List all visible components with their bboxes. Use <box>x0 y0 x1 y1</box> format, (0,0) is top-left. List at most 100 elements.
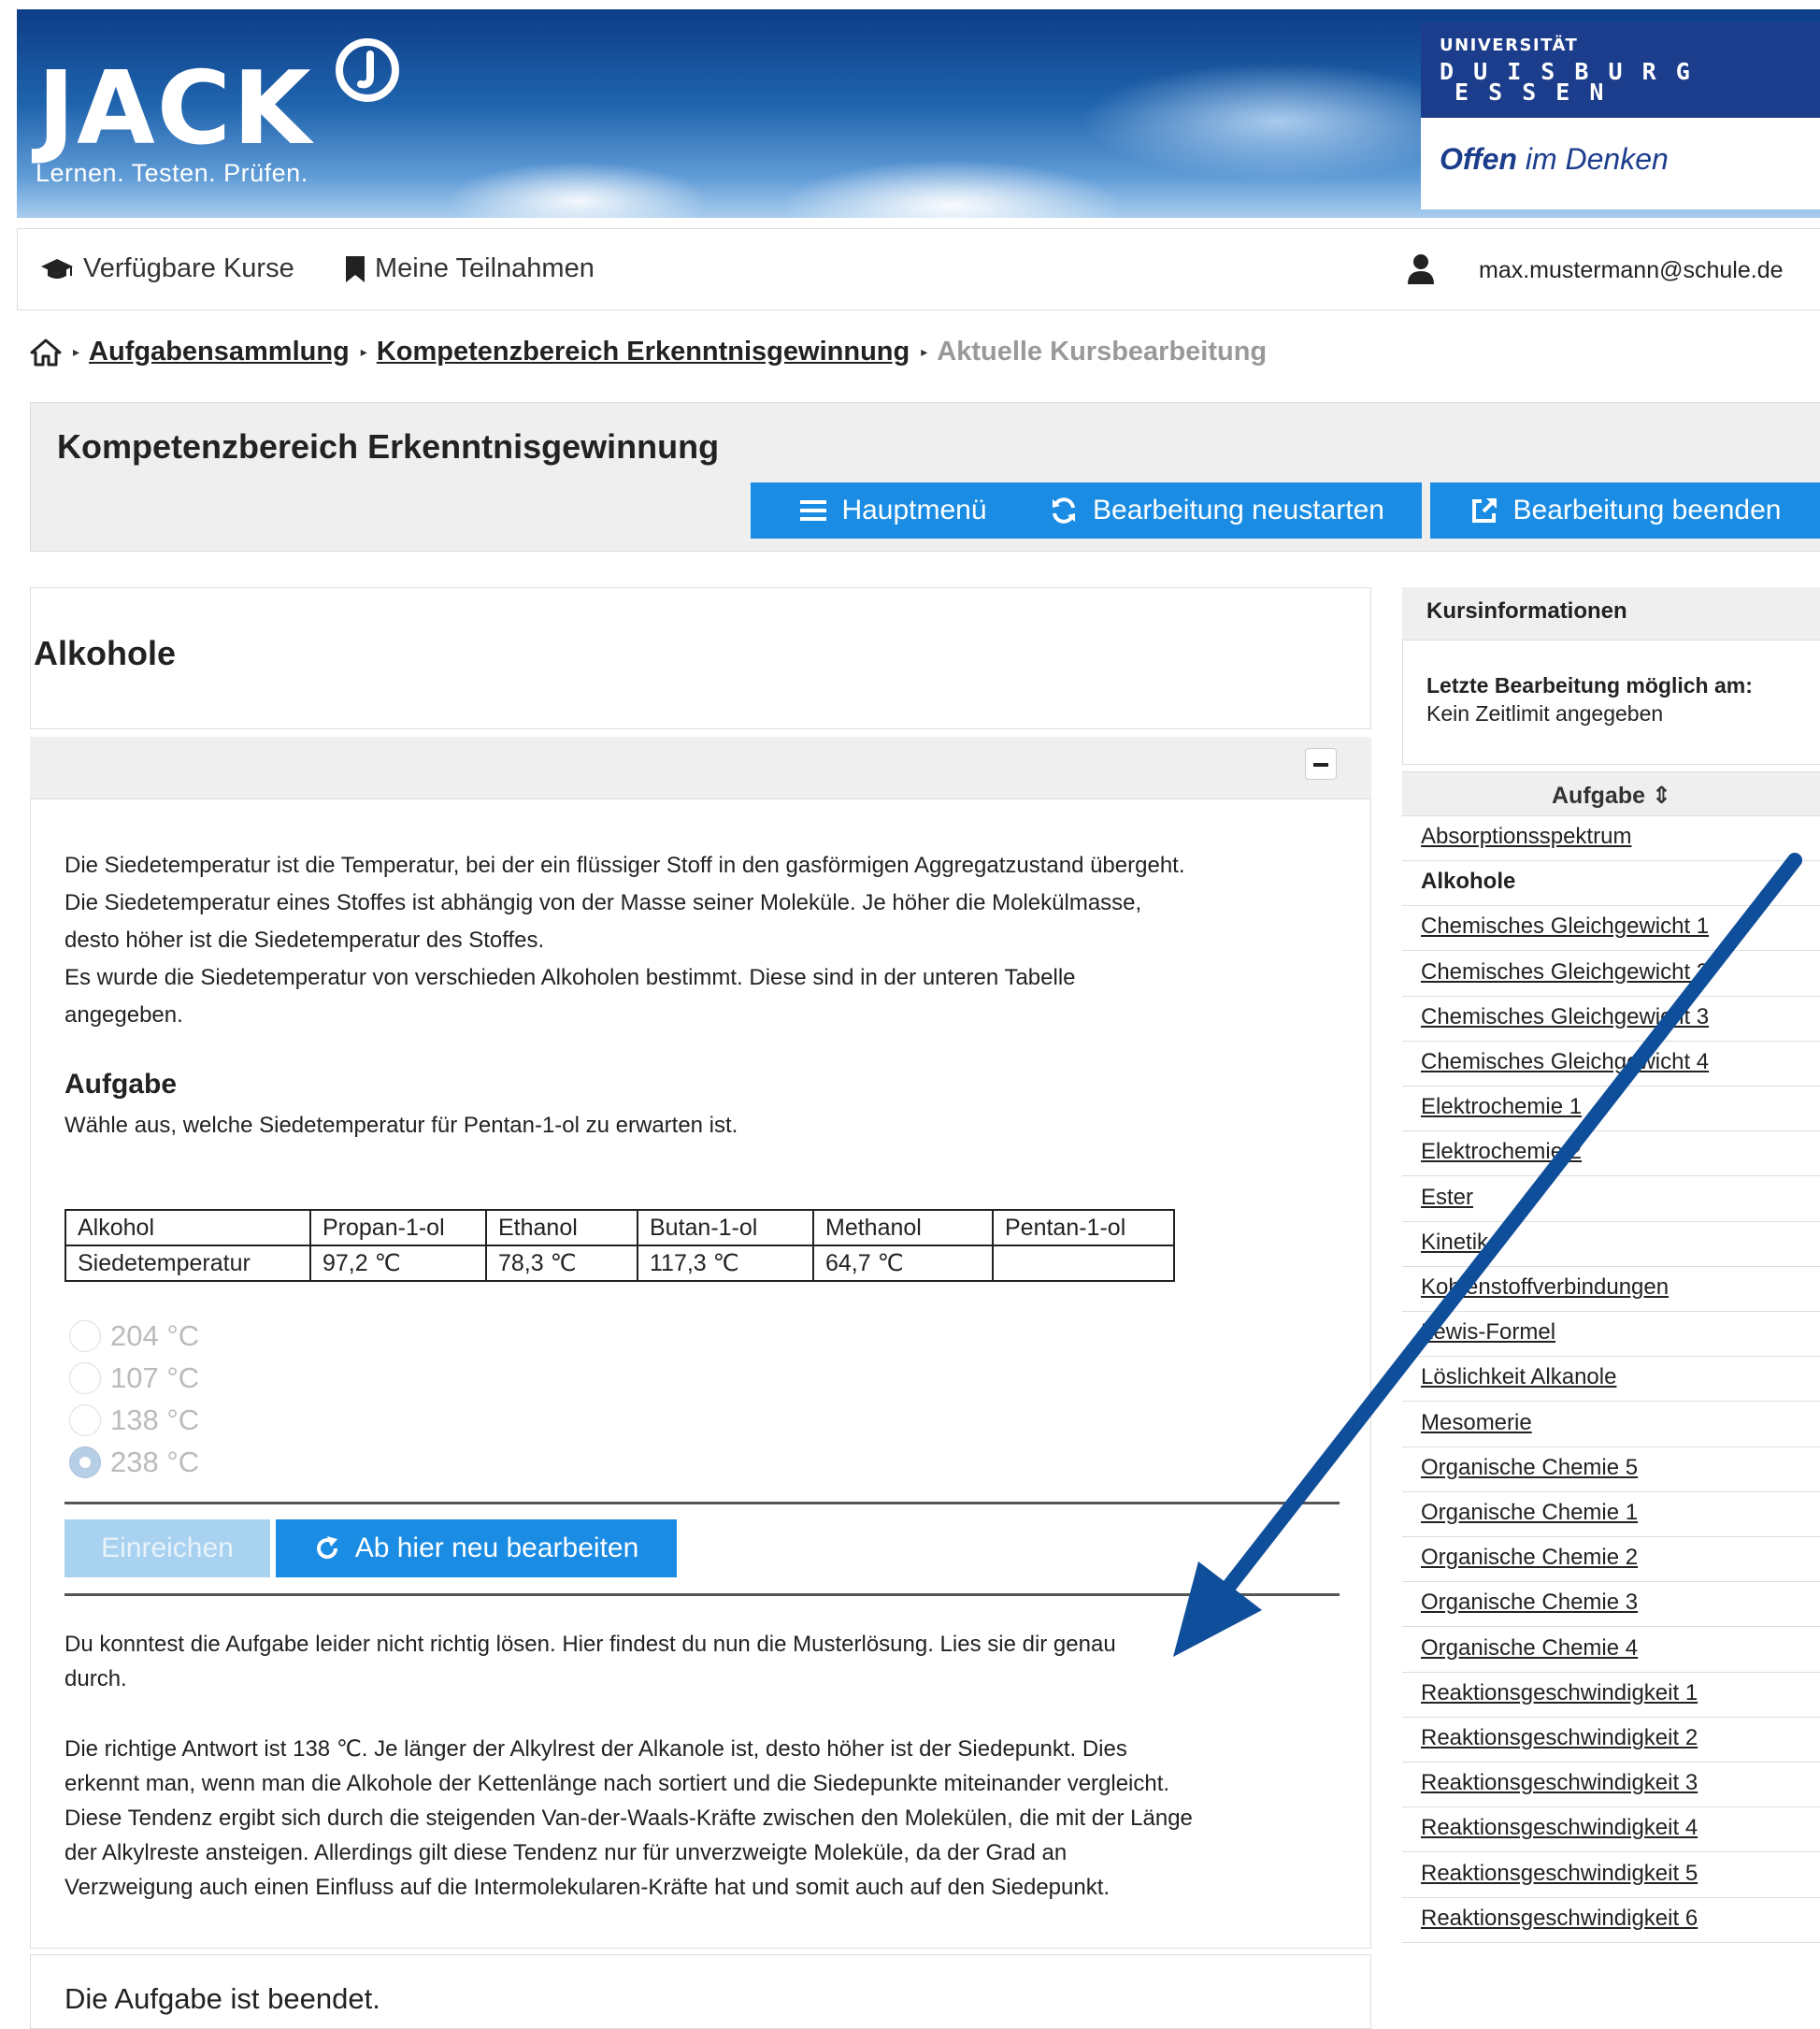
solution-text: Die richtige Antwort ist 138 ℃. Je länge… <box>64 1732 1364 1905</box>
boiling-point-table: Alkohol Propan-1-ol Ethanol Butan-1-ol M… <box>64 1209 1175 1282</box>
sidebar-item[interactable]: Reaktionsgeschwindigkeit 3 <box>1402 1763 1820 1808</box>
refresh-icon <box>1053 497 1076 524</box>
solution-line: Diese Tendenz ergibt sich durch die stei… <box>64 1806 1193 1831</box>
course-header-panel: Kompetenzbereich Erkenntnisgewinnung Hau… <box>30 402 1820 552</box>
sidebar-item-label: Reaktionsgeschwindigkeit 5 <box>1421 1860 1698 1886</box>
jack-logo: JACK <box>37 50 313 167</box>
university-slogan: Offen im Denken <box>1440 142 1669 177</box>
home-icon[interactable] <box>30 338 62 367</box>
sidebar-item[interactable]: Reaktionsgeschwindigkeit 2 <box>1402 1718 1820 1763</box>
table-header-row: Alkohol Propan-1-ol Ethanol Butan-1-ol M… <box>64 1209 1175 1246</box>
answer-option-label: 238 °C <box>110 1446 200 1478</box>
finish-button[interactable]: Bearbeitung beenden <box>1430 482 1820 539</box>
answer-option-204[interactable]: 204 °C <box>69 1319 199 1353</box>
sidebar-item[interactable]: Reaktionsgeschwindigkeit 4 <box>1402 1807 1820 1853</box>
divider <box>64 1502 1340 1504</box>
course-title: Kompetenzbereich Erkenntnisgewinnung <box>57 427 720 466</box>
table-row: Siedetemperatur 97,2 ℃ 78,3 ℃ 117,3 ℃ 64… <box>64 1245 1175 1282</box>
answer-option-label: 204 °C <box>110 1319 200 1352</box>
sidebar-item-label: Reaktionsgeschwindigkeit 3 <box>1421 1770 1698 1796</box>
submit-button[interactable]: Einreichen <box>64 1519 270 1577</box>
redo-label: Ab hier neu bearbeiten <box>354 1533 639 1563</box>
main-menu-button[interactable]: Hauptmenü <box>751 482 1037 539</box>
solution-line: der Alkylreste ansteigen. Allerdings gil… <box>64 1840 1068 1865</box>
jack-logo-mark-icon <box>336 38 399 102</box>
sidebar-item[interactable]: Reaktionsgeschwindigkeit 5 <box>1402 1853 1820 1898</box>
task-list-sort-header[interactable]: Aufgabe ⇕ <box>1552 782 1671 810</box>
table-cell: Alkohol <box>64 1209 311 1246</box>
answer-option-label: 138 °C <box>110 1403 200 1436</box>
table-cell: Siedetemperatur <box>64 1245 311 1282</box>
table-cell: Propan-1-ol <box>309 1209 487 1246</box>
answer-option-238[interactable]: 238 °C <box>69 1446 199 1479</box>
breadcrumb-item-aufgabensammlung[interactable]: Aufgabensammlung <box>89 337 350 367</box>
solution-line: Verzweigung auch einen Einfluss auf die … <box>64 1875 1111 1900</box>
nav-available-courses[interactable]: Verfügbare Kurse <box>40 253 294 284</box>
collapse-button[interactable] <box>1305 748 1337 780</box>
table-cell: 64,7 ℃ <box>812 1245 994 1282</box>
course-info-title: Kursinformationen <box>1426 598 1627 624</box>
answer-option-138[interactable]: 138 °C <box>69 1403 199 1437</box>
task-ended-text: Die Aufgabe ist beendet. <box>64 1982 380 2015</box>
redo-icon <box>316 1536 337 1560</box>
university-line3: E S S E N <box>1455 79 1607 106</box>
solution-line: Die richtige Antwort ist 138 ℃. Je länge… <box>64 1736 1127 1762</box>
university-line1: UNIVERSITÄT <box>1440 36 1579 55</box>
table-cell: Butan-1-ol <box>637 1209 814 1246</box>
sidebar-item-label: Reaktionsgeschwindigkeit 1 <box>1421 1679 1698 1705</box>
table-cell: 78,3 ℃ <box>485 1245 638 1282</box>
answer-option-107[interactable]: 107 °C <box>69 1361 199 1395</box>
user-email[interactable]: max.mustermann@schule.de <box>1479 257 1784 284</box>
table-cell: 117,3 ℃ <box>637 1245 814 1282</box>
university-name: D U I S B U R G E S S E N <box>1440 60 1693 106</box>
radio-button[interactable] <box>69 1320 101 1352</box>
top-navbar: Verfügbare Kurse Meine Teilnahmen max.mu… <box>17 228 1820 310</box>
redo-button[interactable]: Ab hier neu bearbeiten <box>276 1519 677 1577</box>
nav-my-participations[interactable]: Meine Teilnahmen <box>345 253 595 284</box>
table-cell: Methanol <box>812 1209 994 1246</box>
finish-label: Bearbeitung beenden <box>1512 495 1782 525</box>
divider <box>64 1593 1340 1596</box>
sidebar-item-label: Reaktionsgeschwindigkeit 2 <box>1421 1725 1698 1750</box>
tagline: Lernen. Testen. Prüfen. <box>36 159 308 187</box>
radio-button[interactable] <box>69 1362 101 1394</box>
sidebar-item-label: Reaktionsgeschwindigkeit 4 <box>1421 1815 1698 1841</box>
annotation-arrow-icon <box>1173 853 1802 1657</box>
breadcrumb-item-kompetenzbereich[interactable]: Kompetenzbereich Erkenntnisgewinnung <box>377 337 910 367</box>
restart-label: Bearbeitung neustarten <box>1093 495 1384 525</box>
last-edit-value: Kein Zeitlimit angegeben <box>1426 701 1664 726</box>
university-logo-box: UNIVERSITÄT D U I S B U R G E S S E N <box>1421 22 1820 118</box>
slogan-bold: Offen <box>1440 142 1517 176</box>
restart-button[interactable]: Bearbeitung neustarten <box>1012 482 1422 539</box>
sidebar-item[interactable]: Reaktionsgeschwindigkeit 1 <box>1402 1673 1820 1718</box>
breadcrumb-caret-icon: ▸ <box>360 344 367 359</box>
feedback-line: durch. <box>64 1666 127 1691</box>
table-cell: 97,2 ℃ <box>309 1245 487 1282</box>
aufgabe-heading: Aufgabe <box>64 1069 177 1100</box>
breadcrumb-caret-icon: ▸ <box>921 344 928 359</box>
university-logo[interactable]: UNIVERSITÄT D U I S B U R G E S S E N Of… <box>1421 22 1820 209</box>
solution-line: erkennt man, wenn man die Alkohole der K… <box>64 1771 1170 1796</box>
last-edit-label: Letzte Bearbeitung möglich am: <box>1426 673 1753 698</box>
table-cell: Pentan-1-ol <box>992 1209 1175 1246</box>
breadcrumb-current: Aktuelle Kursbearbeitung <box>937 337 1268 367</box>
slogan-rest: im Denken <box>1516 142 1669 176</box>
external-link-icon <box>1471 498 1497 523</box>
user-icon <box>1408 254 1434 284</box>
radio-button[interactable] <box>69 1404 101 1436</box>
table-cell: Ethanol <box>485 1209 638 1246</box>
task-title: Alkohole <box>34 634 177 672</box>
graduation-cap-icon <box>41 258 73 279</box>
sidebar-item[interactable]: Reaktionsgeschwindigkeit 6 <box>1402 1898 1820 1943</box>
answer-option-label: 107 °C <box>110 1361 200 1394</box>
task-title-panel <box>30 587 1371 729</box>
nav-available-courses-label: Verfügbare Kurse <box>83 253 294 283</box>
task-panel-header <box>30 737 1371 799</box>
nav-my-participations-label: Meine Teilnahmen <box>375 253 595 283</box>
sidebar-item-label: Reaktionsgeschwindigkeit 6 <box>1421 1905 1698 1931</box>
main-menu-label: Hauptmenü <box>841 495 987 525</box>
radio-button-selected[interactable] <box>69 1446 101 1478</box>
breadcrumb-caret-icon: ▸ <box>73 344 80 359</box>
breadcrumb: ▸ Aufgabensammlung ▸ Kompetenzbereich Er… <box>30 337 1267 367</box>
table-cell <box>992 1245 1175 1282</box>
